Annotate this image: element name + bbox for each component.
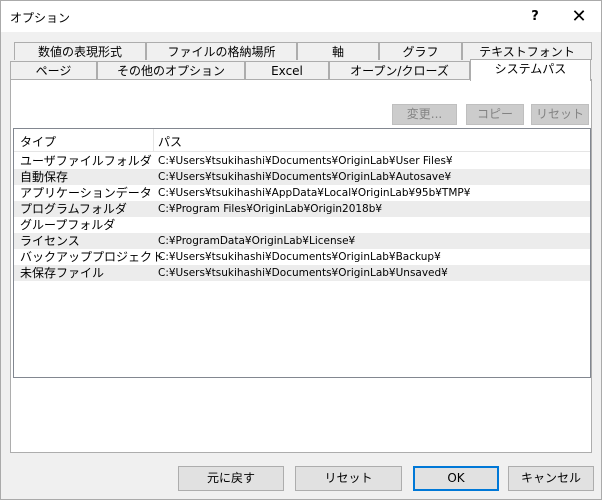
column-header-type[interactable]: タイプ (20, 133, 56, 150)
path-cell: C:¥Users¥tsukihashi¥Documents¥OriginLab¥… (158, 251, 441, 263)
path-cell: C:¥Users¥tsukihashi¥Documents¥OriginLab¥… (158, 171, 452, 183)
close-button[interactable]: ✕ (557, 1, 601, 32)
tab-number-format[interactable]: 数値の表現形式 (14, 42, 146, 60)
list-row[interactable]: 自動保存 C:¥Users¥tsukihashi¥Documents¥Origi… (14, 169, 590, 185)
tab-graph[interactable]: グラフ (379, 42, 462, 60)
help-button[interactable]: ? (513, 1, 557, 32)
tab-file-locations[interactable]: ファイルの格納場所 (146, 42, 297, 60)
cancel-button[interactable]: キャンセル (508, 466, 594, 491)
type-cell: ユーザファイルフォルダ (20, 154, 152, 168)
reset-path-button[interactable]: リセット (531, 104, 589, 125)
tab-system-path[interactable]: システムパス (470, 59, 591, 81)
list-row[interactable]: グループフォルダ (14, 217, 590, 233)
reset-button[interactable]: リセット (295, 466, 402, 491)
column-header-path[interactable]: パス (158, 133, 182, 150)
tab-misc-options[interactable]: その他のオプション (97, 61, 245, 79)
list-row[interactable]: ライセンス C:¥ProgramData¥OriginLab¥License¥ (14, 233, 590, 249)
list-row[interactable]: プログラムフォルダ C:¥Program Files¥OriginLab¥Ori… (14, 201, 590, 217)
path-cell: C:¥Users¥tsukihashi¥Documents¥OriginLab¥… (158, 155, 453, 167)
list-row[interactable]: バックアッププロジェクト C:¥Users¥tsukihashi¥Documen… (14, 249, 590, 265)
path-cell: C:¥Users¥tsukihashi¥AppData¥Local¥Origin… (158, 187, 471, 199)
dialog-title: オプション (10, 11, 71, 25)
column-divider[interactable] (153, 129, 154, 151)
type-cell: プログラムフォルダ (20, 202, 127, 216)
options-dialog: オプション ? ✕ 数値の表現形式 ファイルの格納場所 軸 グラフ テキストフォ… (0, 0, 602, 500)
type-cell: バックアッププロジェクト (20, 250, 165, 264)
tab-text-fonts[interactable]: テキストフォント (462, 42, 592, 60)
copy-button[interactable]: コピー (466, 104, 524, 125)
tab-excel[interactable]: Excel (245, 61, 329, 79)
type-cell: ライセンス (20, 234, 80, 248)
tab-axis[interactable]: 軸 (297, 42, 379, 60)
list-row[interactable]: ユーザファイルフォルダ C:¥Users¥tsukihashi¥Document… (14, 153, 590, 169)
path-cell: C:¥ProgramData¥OriginLab¥License¥ (158, 235, 356, 247)
type-cell: グループフォルダ (20, 218, 116, 232)
tab-open-close[interactable]: オープン/クローズ (329, 61, 470, 79)
type-cell: 未保存ファイル (20, 266, 105, 280)
type-cell: アプリケーションデータ (20, 186, 152, 200)
path-cell: C:¥Users¥tsukihashi¥Documents¥OriginLab¥… (158, 267, 448, 279)
path-list[interactable]: タイプ パス ユーザファイルフォルダ C:¥Users¥tsukihashi¥D… (13, 128, 591, 378)
revert-button[interactable]: 元に戻す (178, 466, 284, 491)
list-header: タイプ パス (14, 129, 590, 152)
list-row[interactable]: 未保存ファイル C:¥Users¥tsukihashi¥Documents¥Or… (14, 265, 590, 281)
list-row[interactable]: アプリケーションデータ C:¥Users¥tsukihashi¥AppData¥… (14, 185, 590, 201)
tab-page[interactable]: ページ (10, 61, 97, 79)
change-button[interactable]: 変更... (392, 104, 457, 125)
title-bar: オプション ? ✕ (1, 1, 601, 32)
ok-button[interactable]: OK (413, 466, 499, 491)
path-cell: C:¥Program Files¥OriginLab¥Origin2018b¥ (158, 203, 383, 215)
type-cell: 自動保存 (20, 170, 69, 184)
